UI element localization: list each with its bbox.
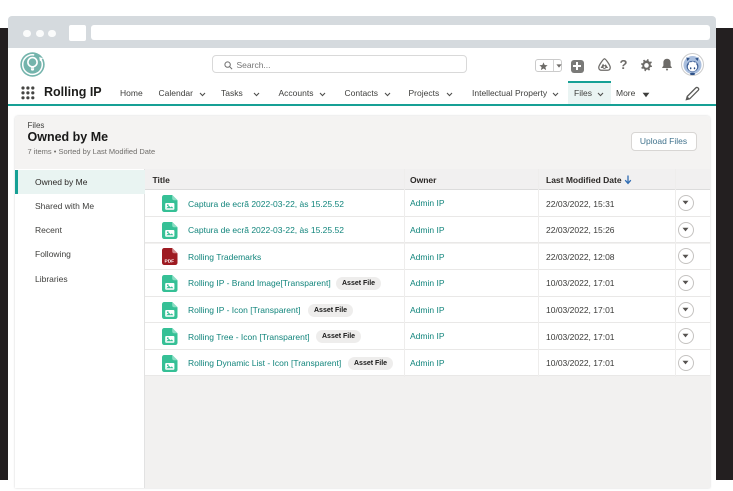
svg-text:PDF: PDF — [165, 259, 175, 265]
